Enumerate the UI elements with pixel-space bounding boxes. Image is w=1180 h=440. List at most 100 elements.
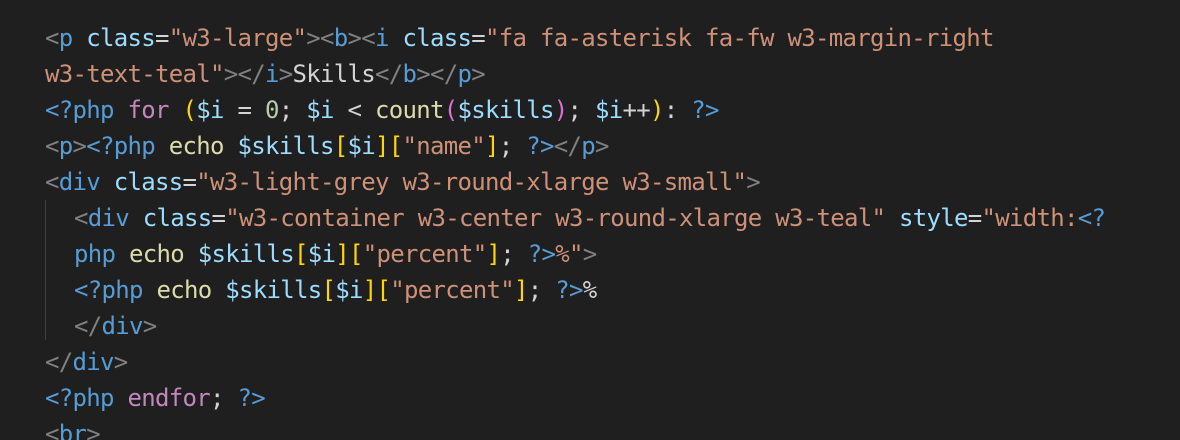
code-line[interactable]: php echo $skills[$i]["percent"]; ?>%"> xyxy=(74,236,597,272)
code-line[interactable]: <p class="w3-large"><b><i class="fa fa-a… xyxy=(45,20,994,56)
code-token: ?> xyxy=(237,384,266,412)
code-token: : xyxy=(663,96,692,124)
code-token: </ xyxy=(74,312,102,340)
code-token: </ xyxy=(45,348,73,376)
code-token: $skills xyxy=(457,96,555,124)
code-token: $i xyxy=(595,96,623,124)
code-token: endfor xyxy=(127,384,211,412)
code-token: br xyxy=(58,420,87,440)
code-token: "w3-light-grey w3-round-xlarge w3-small" xyxy=(196,168,747,196)
code-token: div xyxy=(101,312,144,340)
code-line[interactable]: </div> xyxy=(45,344,128,380)
code-line[interactable]: <?php for ($i = 0; $i < count($skills); … xyxy=(45,92,719,128)
code-token: = xyxy=(155,24,169,52)
code-token: >< xyxy=(347,24,376,52)
code-token: ?> xyxy=(527,240,556,268)
code-token: php xyxy=(74,240,116,268)
code-token: ( xyxy=(182,96,197,124)
code-token: i xyxy=(265,60,279,88)
code-token: < xyxy=(45,132,59,160)
code-token: [ xyxy=(376,276,391,304)
code-token: ] xyxy=(486,240,501,268)
code-token: = xyxy=(471,24,485,52)
code-token: <?php xyxy=(45,96,114,124)
code-line[interactable]: <div class="w3-light-grey w3-round-xlarg… xyxy=(45,164,761,200)
code-token: echo xyxy=(129,240,185,268)
code-line[interactable]: w3-text-teal"></i>Skills</b></p> xyxy=(45,56,486,92)
code-line[interactable]: <p><?php echo $skills[$i]["name"]; ?></p… xyxy=(45,128,609,164)
code-token: $i xyxy=(306,96,334,124)
code-token: > xyxy=(86,420,100,440)
code-token: < xyxy=(45,24,59,52)
code-token: b xyxy=(333,24,348,52)
code-token: < xyxy=(333,96,375,124)
code-token: > xyxy=(746,168,760,196)
code-token: > xyxy=(72,132,87,160)
code-token: "percent" xyxy=(362,240,487,268)
code-token: for xyxy=(127,96,170,124)
code-line[interactable]: <br> xyxy=(45,416,101,440)
code-token: > xyxy=(595,132,609,160)
code-token: [ xyxy=(388,132,403,160)
code-token: p xyxy=(581,132,595,160)
code-token: [ xyxy=(333,132,348,160)
code-token: $skills xyxy=(237,132,335,160)
code-token: "name" xyxy=(402,132,486,160)
code-editor[interactable]: <p class="w3-large"><b><i class="fa fa-a… xyxy=(0,0,1180,440)
code-token: div xyxy=(87,204,130,232)
code-token: = xyxy=(182,168,197,196)
code-token: "w3-large" xyxy=(168,24,307,52)
code-line[interactable]: <?php endfor; ?> xyxy=(45,380,266,416)
code-token: echo xyxy=(168,132,225,160)
code-token: class xyxy=(142,204,212,232)
code-token: > xyxy=(582,240,597,268)
code-token: ; xyxy=(500,240,528,268)
code-token: >< xyxy=(306,24,334,52)
code-token: $skills xyxy=(197,240,295,268)
code-token: class xyxy=(86,24,155,52)
code-token: $i xyxy=(196,96,224,124)
code-token: ) xyxy=(553,96,568,124)
code-token: ></ xyxy=(416,60,458,88)
code-token: = xyxy=(211,204,226,232)
code-token: 0 xyxy=(265,96,279,124)
code-token: ; xyxy=(527,276,556,304)
code-token: w3-text-teal" xyxy=(45,60,224,88)
code-token: ] xyxy=(362,276,377,304)
code-line[interactable]: <div class="w3-container w3-center w3-ro… xyxy=(74,200,1106,236)
code-token: [ xyxy=(349,240,363,268)
code-token: ( xyxy=(443,96,458,124)
code-token: < xyxy=(45,420,59,440)
code-token: p xyxy=(58,24,73,52)
code-token: > xyxy=(142,312,157,340)
code-token: p xyxy=(58,132,73,160)
code-token: ?> xyxy=(691,96,719,124)
code-token: class xyxy=(113,168,183,196)
code-token: Skills xyxy=(292,60,376,88)
code-token: ] xyxy=(335,240,349,268)
code-token: [ xyxy=(294,240,308,268)
code-line[interactable]: </div> xyxy=(74,308,157,344)
code-token: % xyxy=(582,276,597,304)
code-token: [ xyxy=(321,276,336,304)
code-token: %" xyxy=(555,240,583,268)
code-line[interactable]: <?php echo $skills[$i]["percent"]; ?>% xyxy=(74,272,597,308)
code-token: $i xyxy=(347,132,376,160)
code-token: i xyxy=(375,24,389,52)
code-token: ; xyxy=(210,384,238,412)
code-token: echo xyxy=(156,276,213,304)
code-token: div xyxy=(72,348,115,376)
code-token: ] xyxy=(485,132,499,160)
code-token: "w3-container w3-center w3-round-xlarge … xyxy=(225,204,886,232)
code-token: ?> xyxy=(555,276,583,304)
